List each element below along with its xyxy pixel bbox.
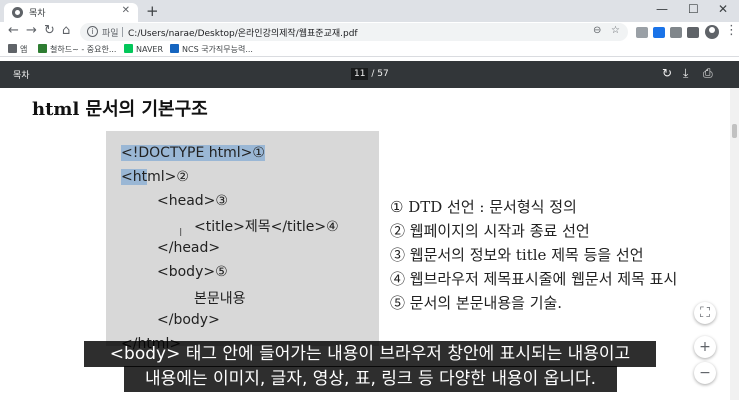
bookmark-naver[interactable]: NAVER	[124, 44, 163, 54]
scrollbar-thumb[interactable]	[732, 124, 737, 138]
rotate-icon[interactable]: ↻	[662, 66, 672, 80]
separator	[122, 27, 123, 37]
tab-strip: 목차 ✕ + — ☐ ✕	[0, 0, 739, 22]
new-tab-button[interactable]: +	[146, 2, 159, 20]
code-example-box	[106, 131, 379, 346]
back-button[interactable]: ←	[8, 23, 19, 38]
subtitle-line-1: <body> 태그 안에 들어가는 내용이 브라우저 창안에 표시되는 내용이고	[84, 341, 656, 367]
pdf-toolbar: 목차 11 / 57 ↻ ⤓ ⎙	[0, 61, 739, 88]
home-button[interactable]: ⌂	[62, 23, 70, 38]
page-number-input[interactable]: 11	[351, 68, 369, 80]
bookmarks-bar: 앱 철하드~ - 중요한... NAVER NCS 국가직무능력...	[0, 42, 739, 57]
ncs-icon	[170, 44, 179, 53]
browser-toolbar: ← → ↻ ⌂ i 파일 C:/Users/narae/Desktop/온라인강…	[0, 22, 739, 42]
maximize-button[interactable]: ☐	[688, 2, 699, 16]
apps-grid-icon	[8, 44, 17, 53]
bookmark-item[interactable]: 철하드~ - 중요한...	[38, 44, 116, 55]
browser-tab[interactable]: 목차 ✕	[4, 3, 138, 22]
bookmark-ncs[interactable]: NCS 국가직무능력...	[170, 44, 253, 55]
file-scheme-label: 파일	[102, 29, 119, 39]
vertical-scrollbar[interactable]	[730, 88, 739, 400]
legend-item: ③ 웹문서의 정보와 title 제목 등을 선언	[390, 246, 644, 264]
download-icon[interactable]: ⤓	[683, 66, 688, 81]
bookmark-star-icon[interactable]: ☆	[611, 25, 620, 36]
text-cursor-icon: I	[179, 226, 183, 239]
legend-item: ④ 웹브라우저 제목표시줄에 웹문서 제목 표시	[390, 270, 678, 288]
code-line: <body>⑤	[157, 264, 228, 280]
page-separator: /	[371, 69, 375, 79]
naver-icon	[124, 44, 133, 53]
profile-avatar[interactable]	[705, 25, 719, 39]
code-line: <title>제목</title>④	[194, 219, 339, 235]
selected-text: <!DOCTYPE html>①	[121, 145, 265, 161]
code-line: 본문내용	[194, 291, 246, 307]
reload-button[interactable]: ↻	[44, 23, 55, 38]
camera-extension-icon[interactable]	[670, 27, 682, 38]
subtitle-line-2: 내용에는 이미지, 글자, 영상, 표, 링크 등 다양한 내용이 옵니다.	[124, 366, 617, 392]
zoom-icon[interactable]: ⊖	[593, 25, 601, 36]
code-line: <html>②	[121, 169, 189, 185]
browser-menu-icon[interactable]: ⋮	[725, 23, 738, 38]
fit-to-page-button[interactable]: ⛶	[694, 302, 716, 324]
bookmark-favicon-icon	[38, 44, 47, 53]
page-indicator: 11 / 57	[351, 68, 389, 80]
info-icon[interactable]: i	[87, 26, 98, 37]
code-line: <head>③	[157, 193, 228, 209]
close-tab-icon[interactable]: ✕	[122, 5, 130, 16]
close-window-button[interactable]: ✕	[718, 2, 728, 16]
selected-text: <ht	[121, 169, 148, 185]
print-icon[interactable]: ⎙	[703, 66, 713, 81]
legend-item: ② 웹페이지의 시작과 종료 선언	[390, 222, 590, 240]
page-heading: html 문서의 기본구조	[32, 99, 208, 120]
zoom-in-button[interactable]: +	[694, 336, 716, 358]
pdf-title: 목차	[13, 71, 30, 81]
globe-icon	[12, 7, 23, 18]
code-line: </body>	[157, 312, 220, 328]
extension-icon[interactable]	[636, 27, 648, 38]
bookmark-apps[interactable]: 앱	[8, 44, 27, 55]
legend-item: ⑤ 문서의 본문내용을 기술.	[390, 294, 563, 312]
download-extension-icon[interactable]	[653, 27, 665, 38]
total-pages: 57	[377, 69, 389, 79]
minimize-button[interactable]: —	[656, 2, 668, 16]
forward-button[interactable]: →	[26, 23, 37, 38]
tab-title: 목차	[29, 9, 46, 19]
address-bar[interactable]: i 파일 C:/Users/narae/Desktop/온라인강의제작/웹표준교…	[80, 23, 628, 41]
url-text[interactable]: C:/Users/narae/Desktop/온라인강의제작/웹표준교재.pdf	[128, 26, 358, 39]
code-line: </head>	[157, 240, 221, 256]
puzzle-icon[interactable]	[687, 27, 699, 38]
code-line: <!DOCTYPE html>①	[121, 145, 265, 161]
zoom-out-button[interactable]: −	[694, 362, 716, 384]
legend-item: ① DTD 선언 : 문서형식 정의	[390, 198, 577, 216]
